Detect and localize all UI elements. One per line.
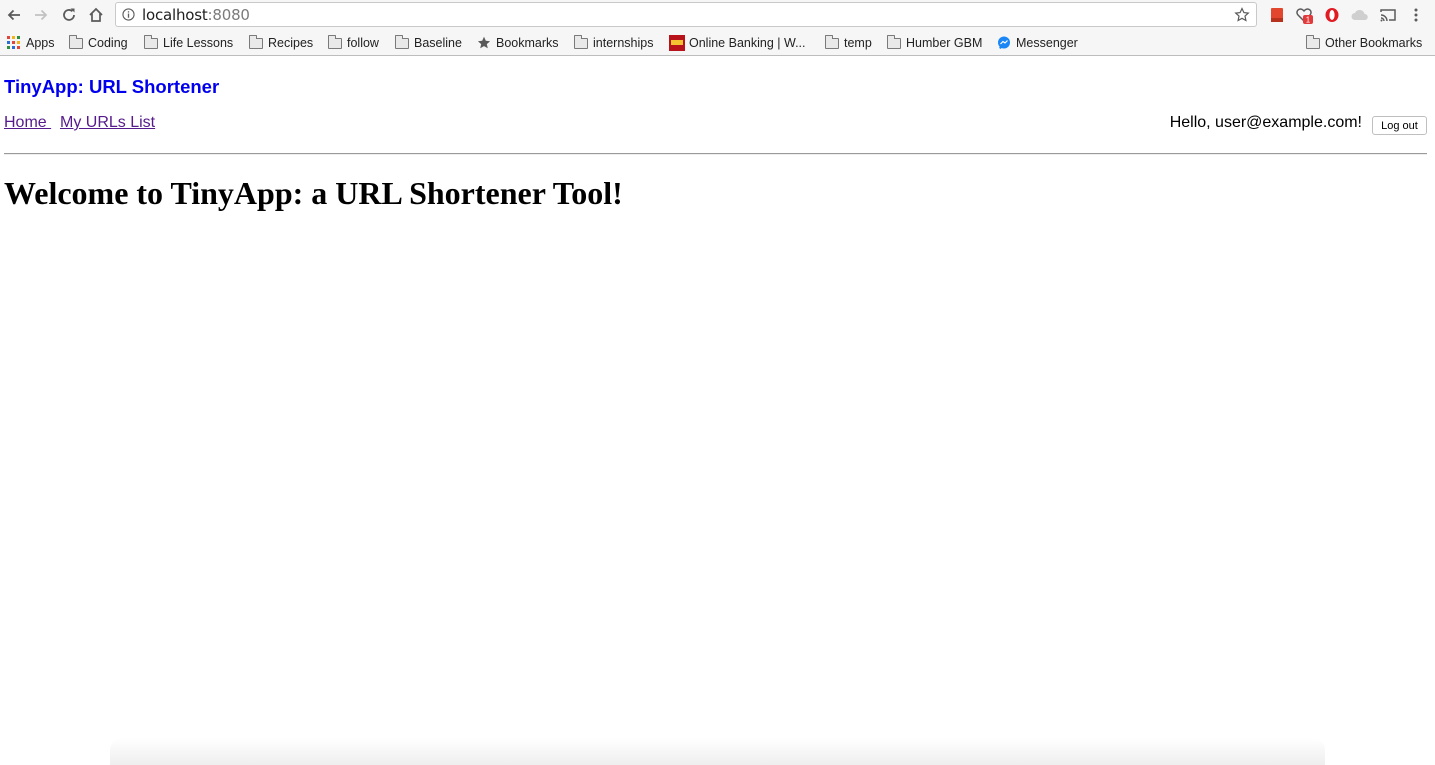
messenger-icon [996,36,1012,50]
bookmark-label: Apps [26,36,55,50]
bookmark-recipes[interactable]: Recipes [248,34,314,51]
bookmark-label: Life Lessons [163,36,234,50]
bookmark-label: Messenger [1016,36,1078,50]
user-greeting: Hello, user@example.com! [1169,114,1362,131]
extension-heart-icon[interactable]: 1 [1294,5,1314,25]
bookmark-temp[interactable]: temp [824,34,872,51]
reload-icon [63,8,75,21]
star-icon [476,36,492,50]
bookmark-messenger[interactable]: Messenger [996,35,1078,51]
bookmark-label: Coding [88,36,128,50]
bookmark-label: Humber GBM [906,36,983,50]
folder-icon [573,34,589,50]
bookmark-coding[interactable]: Coding [68,34,128,51]
logout-button[interactable]: Log out [1372,116,1427,135]
menu-kebab-icon[interactable] [1406,5,1426,25]
bookmark-other-bookmarks[interactable]: Other Bookmarks [1305,34,1423,51]
url-port: :8080 [207,6,250,24]
url-host: localhost [142,6,208,24]
cast-icon[interactable] [1378,5,1398,25]
bookmark-baseline[interactable]: Baseline [394,34,462,51]
apps-grid-icon [6,36,22,50]
arrow-right-icon [35,9,48,21]
extension-badge: 1 [1306,16,1311,25]
page-title: Welcome to TinyApp: a URL Shortener Tool… [4,175,623,211]
nav-home-link[interactable]: Home [4,114,51,132]
bookmark-label: Recipes [268,36,314,50]
folder-icon [824,34,840,50]
home-icon [89,7,103,22]
bookmark-apps[interactable]: Apps [6,35,55,51]
bookmark-life-lessons[interactable]: Life Lessons [143,34,234,51]
header-divider [4,153,1427,155]
bookmark-label: Online Banking | W... [689,36,806,50]
bookmark-label: Bookmarks [496,36,559,50]
bookmark-label: Other Bookmarks [1325,36,1423,50]
info-icon[interactable] [122,8,135,21]
bookmark-label: Baseline [414,36,462,50]
app-brand-link[interactable]: TinyApp: URL Shortener [4,76,219,98]
bookmark-label: follow [347,36,379,50]
home-button[interactable] [85,4,107,26]
bookmark-humber-gbm[interactable]: Humber GBM [886,34,983,51]
forward-button[interactable] [30,4,52,26]
bookmark-bookmarks[interactable]: Bookmarks [476,35,559,51]
folder-icon [68,34,84,50]
folder-icon [327,34,343,50]
url-text: localhost:8080 [142,7,250,23]
reload-button[interactable] [58,4,80,26]
folder-icon [886,34,902,50]
window-shadow [110,738,1325,765]
arrow-left-icon [7,9,20,21]
back-button[interactable] [3,4,25,26]
extension-book-icon[interactable] [1267,5,1287,25]
bookmarks-bar: Apps Coding Life Lessons Recipes follow … [0,30,1435,56]
bookmark-star-icon[interactable] [1234,7,1250,23]
folder-icon [1305,34,1321,50]
nav-my-urls-link[interactable]: My URLs List [60,114,155,132]
bookmark-online-banking[interactable]: Online Banking | W... [669,35,806,51]
folder-icon [248,34,264,50]
browser-toolbar: localhost:8080 1 [0,0,1435,30]
bank-favicon [669,35,685,51]
opera-icon[interactable] [1322,5,1342,25]
folder-icon [394,34,410,50]
cloud-icon[interactable] [1350,5,1370,25]
folder-icon [143,34,159,50]
bookmark-internships[interactable]: internships [573,34,654,51]
bookmark-label: temp [844,36,872,50]
bookmark-label: internships [593,36,654,50]
bookmark-follow[interactable]: follow [327,34,379,51]
address-bar[interactable]: localhost:8080 [115,2,1257,27]
